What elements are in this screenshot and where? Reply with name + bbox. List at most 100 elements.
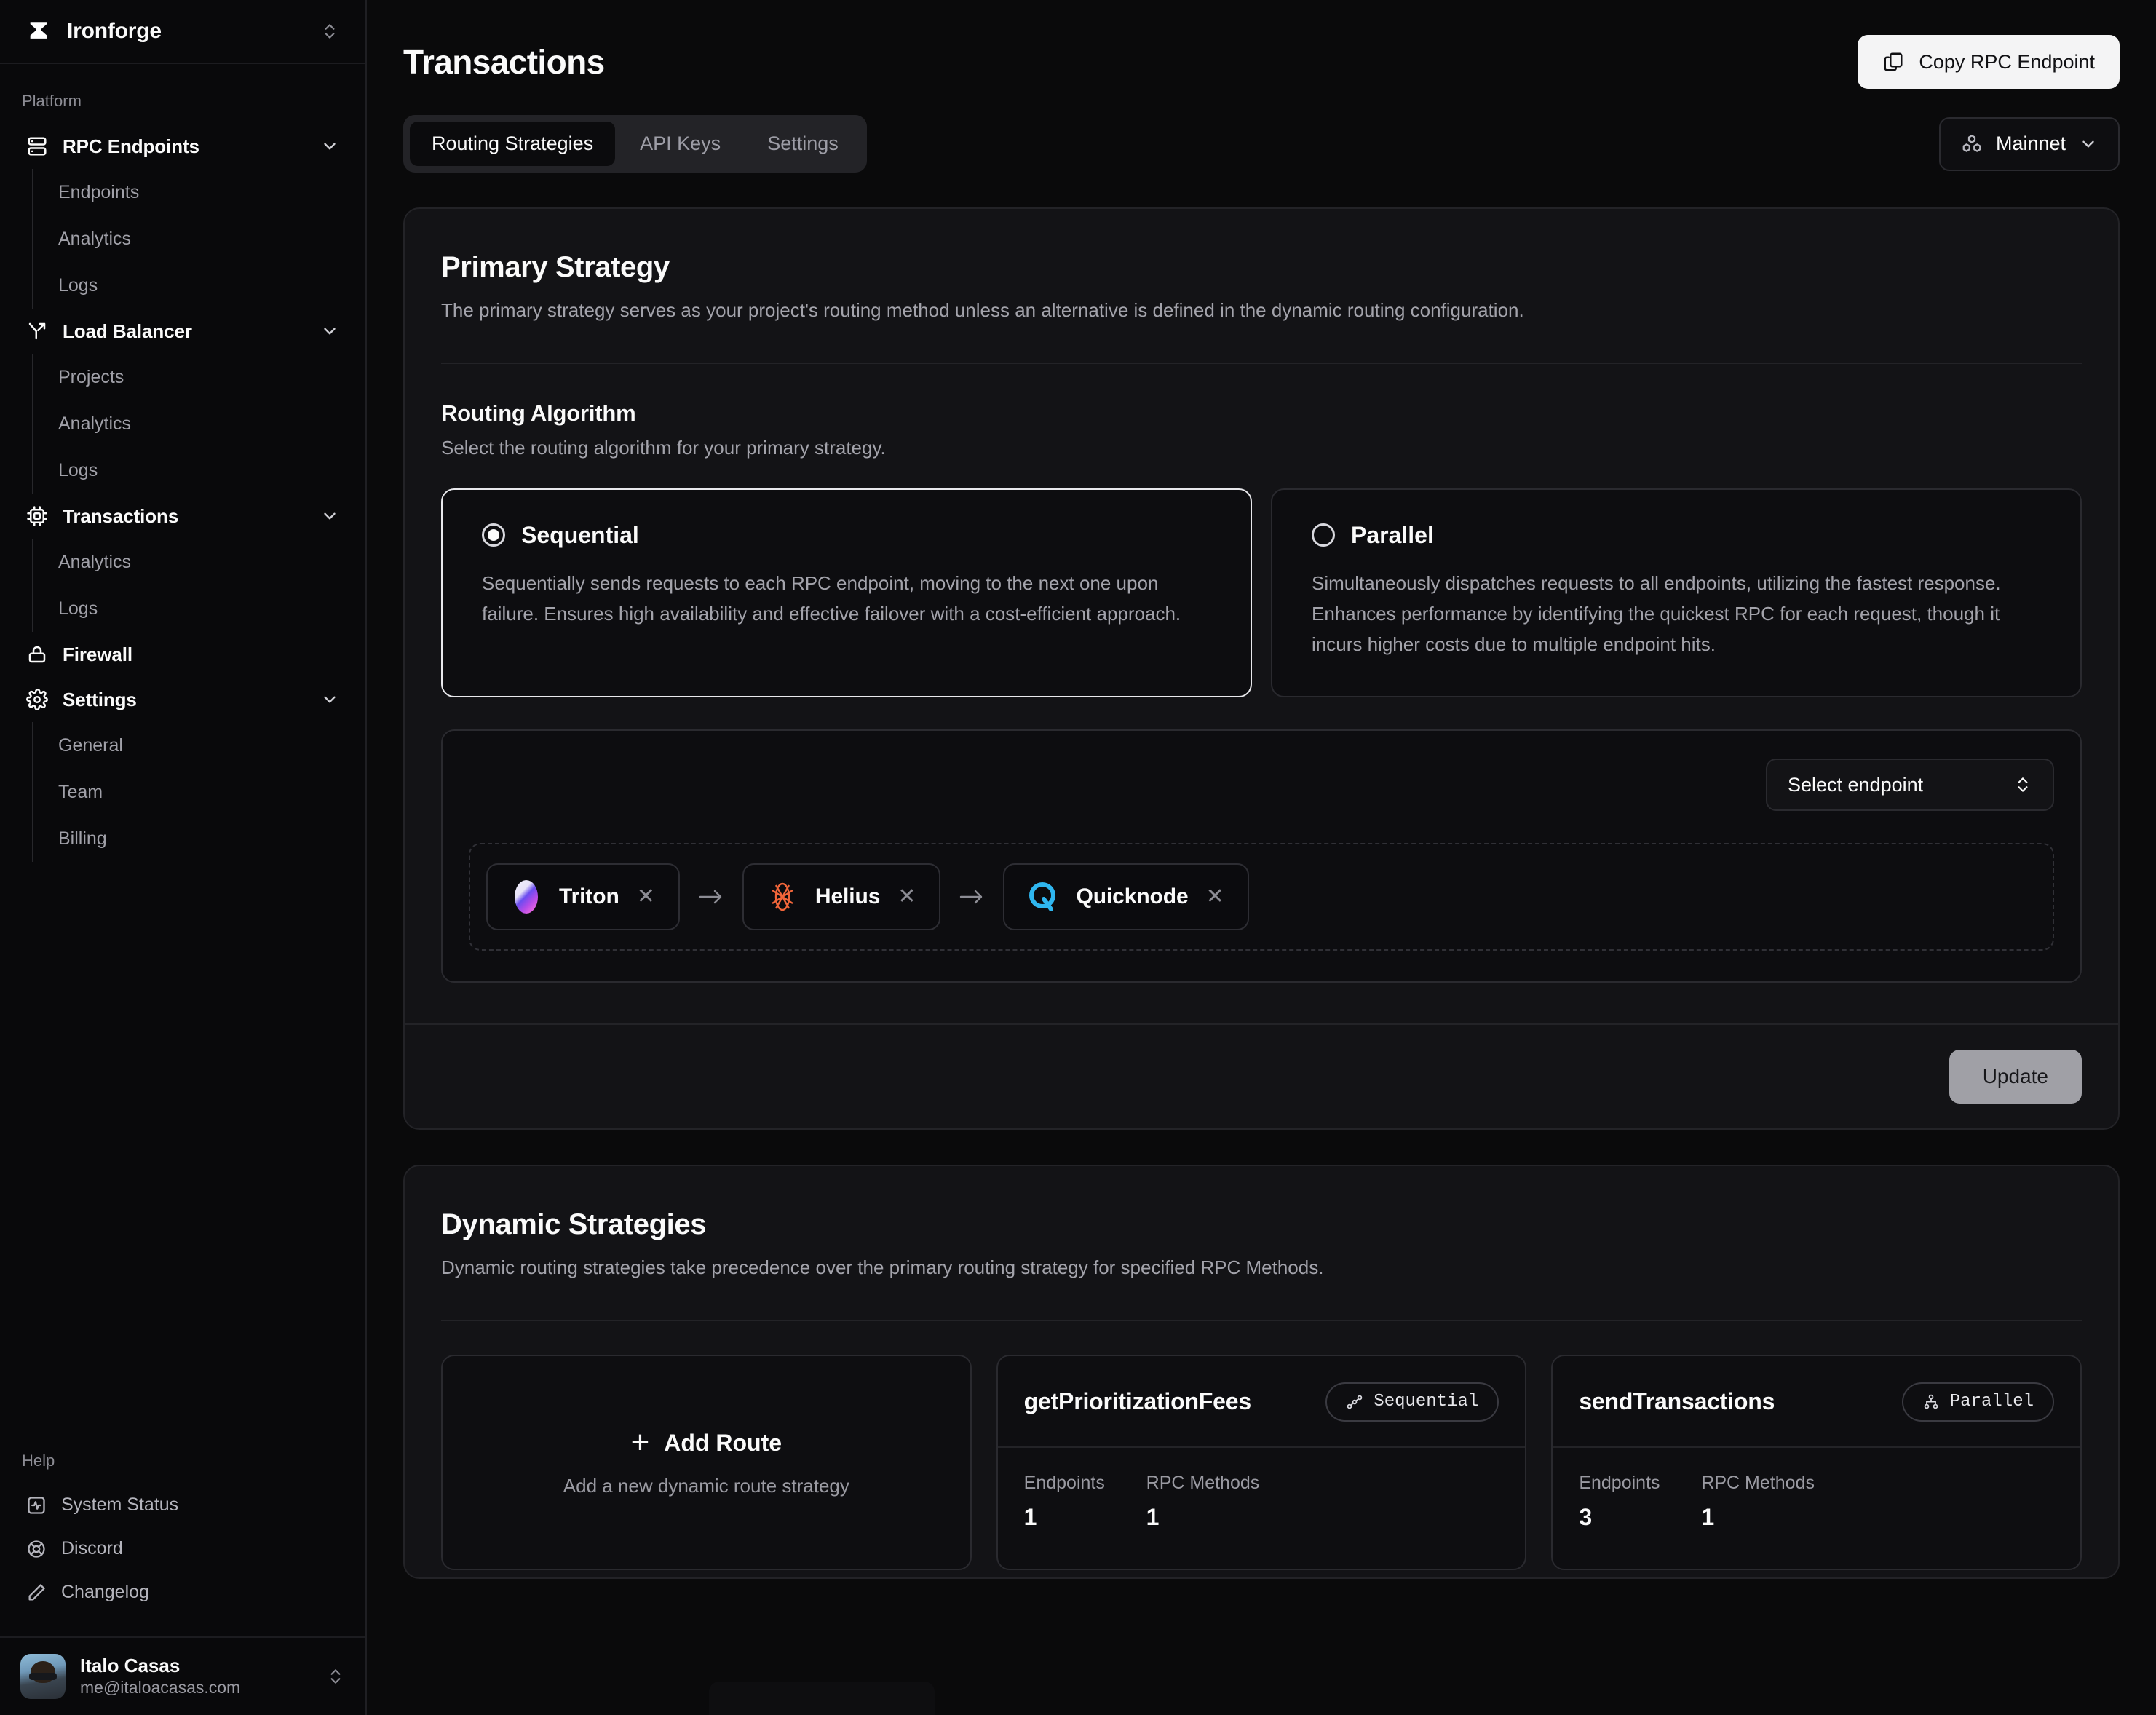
- gear-icon: [26, 689, 48, 710]
- stat-endpoints: Endpoints 3: [1579, 1473, 1701, 1531]
- tab-settings[interactable]: Settings: [745, 122, 860, 166]
- toast-placeholder: [709, 1682, 935, 1715]
- sidebar-subnav-settings: General Team Billing: [32, 722, 365, 862]
- select-endpoint-dropdown[interactable]: Select endpoint: [1766, 759, 2054, 811]
- sidebar-group-load-balancer[interactable]: Load Balancer: [15, 309, 351, 354]
- routing-option-name: Parallel: [1351, 522, 1434, 549]
- tabs-row: Routing Strategies API Keys Settings Mai…: [367, 89, 2156, 173]
- dynamic-route-card-send-transactions[interactable]: sendTransactions Parallel Endpoints: [1551, 1355, 2082, 1570]
- sidebar-item-changelog[interactable]: Changelog: [15, 1571, 351, 1615]
- divider: [441, 1320, 2082, 1321]
- sidebar-item-endpoints[interactable]: Endpoints: [33, 169, 365, 215]
- routing-option-description: Sequentially sends requests to each RPC …: [482, 568, 1211, 629]
- primary-strategy-footer: Update: [405, 1023, 2118, 1128]
- sidebar-help-section: Help System Status Discord Changelog: [0, 1443, 365, 1636]
- dynamic-route-grid: + Add Route Add a new dynamic route stra…: [441, 1355, 2082, 1577]
- sidebar-item-general[interactable]: General: [33, 722, 365, 769]
- pencil-icon: [26, 1583, 47, 1603]
- update-button[interactable]: Update: [1949, 1050, 2082, 1104]
- endpoint-chip-quicknode[interactable]: Quicknode ✕: [1003, 863, 1248, 930]
- stat-label: Endpoints: [1024, 1473, 1146, 1494]
- user-info: Italo Casas me@italoacasas.com: [80, 1654, 312, 1699]
- chevron-down-icon: [320, 137, 339, 156]
- routing-option-sequential[interactable]: Sequential Sequentially sends requests t…: [441, 488, 1252, 697]
- workspace-switcher[interactable]: Ironforge: [0, 0, 365, 64]
- sidebar-item-tx-logs[interactable]: Logs: [33, 585, 365, 632]
- sidebar-help-label: System Status: [61, 1494, 178, 1516]
- dynamic-route-card-get-prioritization-fees[interactable]: getPrioritizationFees Sequential Endpoin…: [996, 1355, 1527, 1570]
- copy-rpc-endpoint-button[interactable]: Copy RPC Endpoint: [1858, 35, 2120, 89]
- chevron-down-icon: [320, 690, 339, 709]
- status-badge-label: Parallel: [1950, 1392, 2034, 1411]
- status-badge-label: Sequential: [1374, 1392, 1478, 1411]
- endpoint-chip-label: Quicknode: [1076, 884, 1188, 909]
- page-title: Transactions: [403, 42, 605, 82]
- tab-list: Routing Strategies API Keys Settings: [403, 115, 867, 173]
- close-icon[interactable]: ✕: [1205, 886, 1226, 908]
- arrow-right-icon: [680, 887, 742, 906]
- routing-algorithm-description: Select the routing algorithm for your pr…: [441, 437, 2082, 459]
- sidebar-subnav-load-balancer: Projects Analytics Logs: [32, 354, 365, 494]
- sidebar-group-settings[interactable]: Settings: [15, 677, 351, 722]
- chevron-down-icon: [320, 322, 339, 341]
- sidebar-item-billing[interactable]: Billing: [33, 815, 365, 862]
- endpoint-chip-helius[interactable]: Helius ✕: [742, 863, 941, 930]
- sidebar-item-discord[interactable]: Discord: [15, 1527, 351, 1571]
- sidebar-item-team[interactable]: Team: [33, 769, 365, 815]
- primary-strategy-description: The primary strategy serves as your proj…: [441, 297, 2082, 325]
- sidebar-item-rpc-logs[interactable]: Logs: [33, 262, 365, 309]
- radio-sequential-icon[interactable]: [482, 523, 505, 547]
- plus-icon: +: [631, 1427, 650, 1459]
- sidebar-section-help: Help: [0, 1443, 365, 1484]
- stat-rpc-methods: RPC Methods 1: [1701, 1473, 1815, 1531]
- close-icon[interactable]: ✕: [635, 886, 657, 908]
- parallel-icon: [1922, 1393, 1940, 1411]
- helius-logo-icon: [766, 880, 799, 914]
- routing-algorithm-title: Routing Algorithm: [441, 400, 2082, 427]
- sidebar-group-label: Load Balancer: [63, 320, 306, 343]
- sidebar-item-projects[interactable]: Projects: [33, 354, 365, 400]
- chevron-up-down-icon: [2013, 774, 2032, 796]
- lifebuoy-icon: [26, 1539, 47, 1559]
- workspace-name: Ironforge: [67, 19, 304, 44]
- cubes-icon: [1961, 133, 1983, 155]
- endpoint-chip-triton[interactable]: Triton ✕: [486, 863, 680, 930]
- tab-routing-strategies[interactable]: Routing Strategies: [410, 122, 615, 166]
- endpoint-chip-row: Triton ✕ Helius ✕: [469, 843, 2054, 951]
- sidebar-help-label: Discord: [61, 1538, 123, 1559]
- sidebar-item-lb-analytics[interactable]: Analytics: [33, 400, 365, 447]
- radio-parallel-icon[interactable]: [1312, 523, 1335, 547]
- stat-value: 1: [1024, 1504, 1146, 1531]
- stat-label: RPC Methods: [1701, 1473, 1815, 1494]
- sidebar-group-label: Settings: [63, 689, 306, 711]
- chevron-up-down-icon: [320, 20, 339, 42]
- user-menu-button[interactable]: Italo Casas me@italoacasas.com: [0, 1636, 365, 1715]
- sidebar-subnav-rpc-endpoints: Endpoints Analytics Logs: [32, 169, 365, 309]
- add-route-button[interactable]: + Add Route Add a new dynamic route stra…: [441, 1355, 972, 1570]
- sidebar-item-system-status[interactable]: System Status: [15, 1484, 351, 1527]
- quicknode-logo-icon: [1026, 880, 1060, 914]
- routing-algorithm-options: Sequential Sequentially sends requests t…: [441, 488, 2082, 697]
- sidebar-group-firewall[interactable]: Firewall: [15, 632, 351, 677]
- main-content: Transactions Copy RPC Endpoint Routing S…: [367, 0, 2156, 1715]
- dynamic-strategies-description: Dynamic routing strategies take preceden…: [441, 1254, 2082, 1282]
- dynamic-route-name: sendTransactions: [1579, 1388, 1775, 1415]
- add-route-label: Add Route: [664, 1430, 782, 1457]
- sidebar-group-rpc-endpoints[interactable]: RPC Endpoints: [15, 124, 351, 169]
- close-icon[interactable]: ✕: [896, 886, 917, 908]
- chevron-up-down-icon: [326, 1666, 345, 1687]
- sidebar-item-lb-logs[interactable]: Logs: [33, 447, 365, 494]
- endpoint-chip-label: Helius: [815, 884, 880, 909]
- tab-api-keys[interactable]: API Keys: [618, 122, 742, 166]
- chevron-down-icon: [2079, 135, 2098, 154]
- sidebar-group-transactions[interactable]: Transactions: [15, 494, 351, 539]
- sidebar-item-rpc-analytics[interactable]: Analytics: [33, 215, 365, 262]
- dynamic-strategies-card: Dynamic Strategies Dynamic routing strat…: [403, 1165, 2120, 1579]
- sidebar-help-label: Changelog: [61, 1582, 149, 1603]
- lock-icon: [26, 643, 48, 665]
- sidebar-item-tx-analytics[interactable]: Analytics: [33, 539, 365, 585]
- network-selector[interactable]: Mainnet: [1939, 117, 2120, 171]
- select-endpoint-value: Select endpoint: [1788, 774, 1923, 796]
- dynamic-strategies-title: Dynamic Strategies: [441, 1208, 2082, 1241]
- routing-option-parallel[interactable]: Parallel Simultaneously dispatches reque…: [1271, 488, 2082, 697]
